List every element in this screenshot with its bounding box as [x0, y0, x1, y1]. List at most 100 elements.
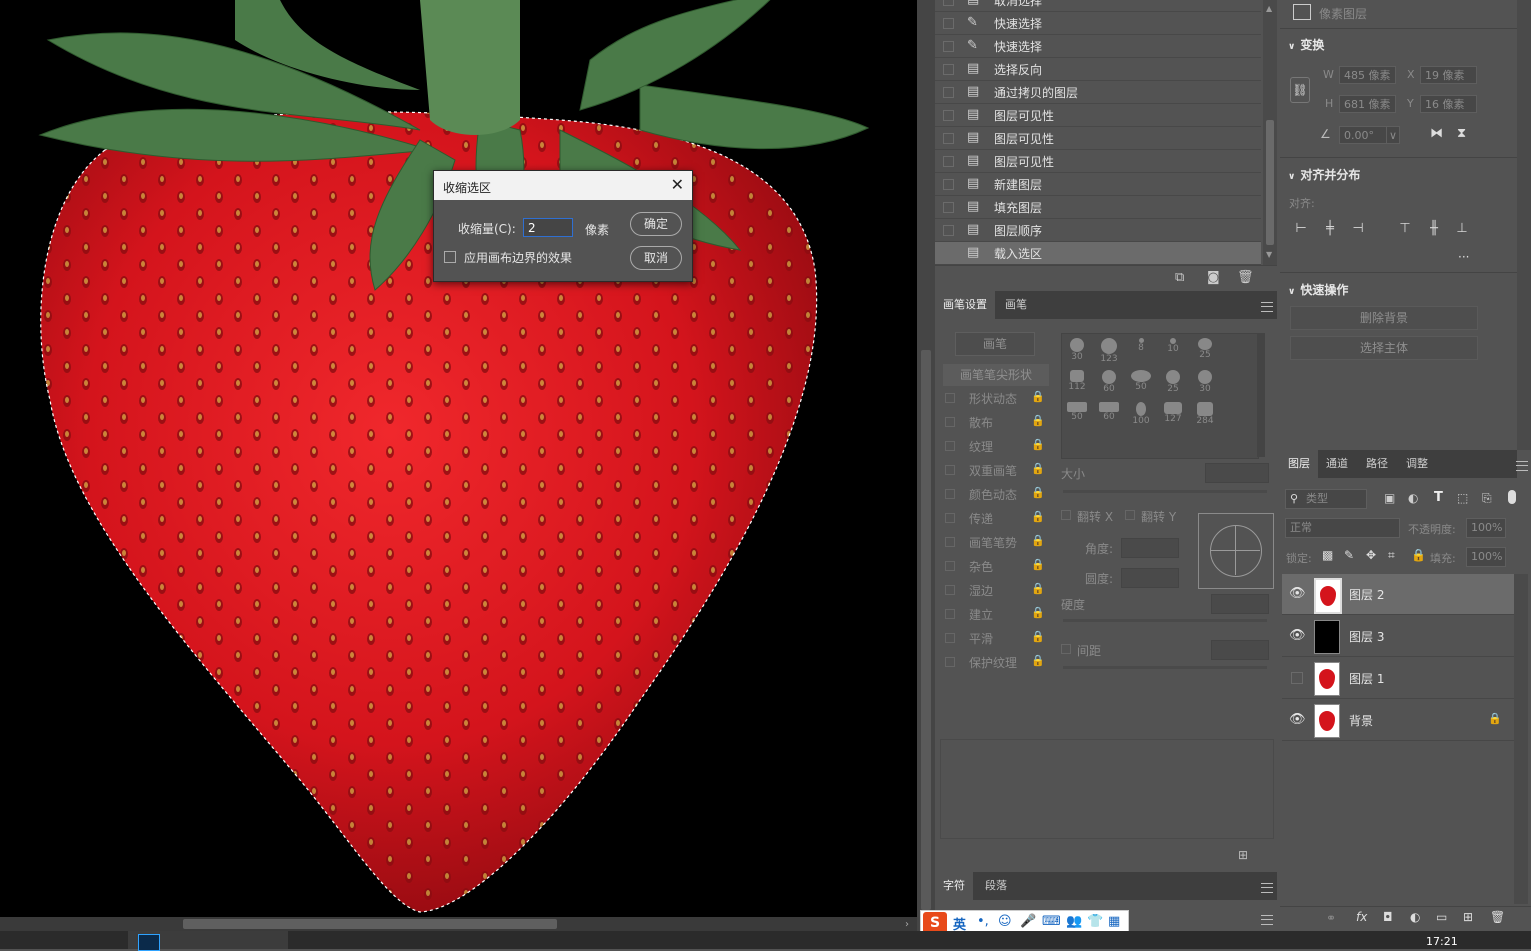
- trash-icon[interactable]: 🗑: [1237, 270, 1254, 285]
- flip-vertical-icon[interactable]: ⧗: [1457, 126, 1466, 141]
- blend-mode-select[interactable]: 正常: [1285, 518, 1400, 538]
- eye-icon[interactable]: 👁: [1289, 712, 1306, 727]
- properties-scrollbar[interactable]: [1517, 0, 1531, 450]
- tab-layers[interactable]: 图层: [1280, 450, 1318, 478]
- horizontal-scroll-thumb[interactable]: [183, 919, 557, 929]
- select-subject-button[interactable]: 选择主体: [1290, 336, 1478, 360]
- filter-adjustment-icon[interactable]: ◐: [1408, 491, 1418, 505]
- filter-smart-object-icon[interactable]: ⎘: [1482, 491, 1492, 506]
- scroll-up-icon[interactable]: ▲: [1266, 4, 1272, 13]
- history-item[interactable]: ▤ 新建图层: [935, 173, 1261, 196]
- brush-option-item[interactable]: 湿边 🔒: [943, 579, 1049, 601]
- ok-button[interactable]: 确定: [630, 212, 682, 236]
- document-canvas[interactable]: [0, 0, 917, 917]
- spacing-checkbox[interactable]: [1061, 644, 1071, 654]
- eye-icon[interactable]: 👁: [1289, 586, 1306, 601]
- tab-character[interactable]: 字符: [935, 872, 973, 900]
- brush-option-item[interactable]: 散布 🔒: [943, 411, 1049, 433]
- taskbar-app-button[interactable]: [128, 931, 288, 951]
- folder-icon[interactable]: ▭: [1436, 910, 1447, 924]
- history-item[interactable]: ▤ 图层可见性: [935, 150, 1261, 173]
- spacing-slider[interactable]: [1063, 666, 1267, 669]
- tab-paragraph[interactable]: 段落: [977, 872, 1015, 900]
- lock-image-icon[interactable]: ✎: [1344, 548, 1354, 562]
- brush-option-item[interactable]: 形状动态 🔒: [943, 387, 1049, 409]
- filter-toggle[interactable]: [1508, 490, 1516, 504]
- width-field[interactable]: 485 像素: [1339, 66, 1396, 84]
- system-clock[interactable]: 17:21: [1426, 935, 1458, 948]
- height-field[interactable]: 681 像素: [1339, 95, 1396, 113]
- brush-angle-preview[interactable]: [1198, 513, 1274, 589]
- link-layers-icon[interactable]: ⚭: [1326, 911, 1336, 925]
- apply-canvas-checkbox[interactable]: [444, 251, 456, 263]
- brush-option-item[interactable]: 双重画笔 🔒: [943, 459, 1049, 481]
- brush-option-item[interactable]: 杂色 🔒: [943, 555, 1049, 577]
- roundness-field[interactable]: [1121, 568, 1179, 588]
- y-field[interactable]: 16 像素: [1420, 95, 1477, 113]
- layer-name[interactable]: 图层 1: [1349, 670, 1384, 687]
- brush-option-item[interactable]: 保护纹理 🔒: [943, 651, 1049, 673]
- panel-menu-icon[interactable]: [1516, 461, 1528, 471]
- layers-scrollbar[interactable]: [1514, 574, 1528, 904]
- tab-paths[interactable]: 路径: [1358, 450, 1396, 478]
- vertical-scroll-thumb[interactable]: [921, 350, 931, 910]
- microphone-icon[interactable]: 🎤: [1020, 914, 1036, 929]
- panel-menu-icon[interactable]: [1261, 302, 1273, 312]
- lock-artboard-icon[interactable]: ⌗: [1388, 548, 1395, 563]
- create-brush-icon[interactable]: ⊞: [1238, 848, 1248, 862]
- new-document-from-state-icon[interactable]: ⧉: [1175, 270, 1184, 285]
- contract-amount-input[interactable]: 2: [523, 218, 573, 237]
- history-item[interactable]: ▤ 图层可见性: [935, 104, 1261, 127]
- layer-row[interactable]: 图层 1: [1282, 658, 1514, 699]
- user-icon[interactable]: 👥: [1066, 914, 1082, 929]
- new-layer-icon[interactable]: ⊞: [1463, 910, 1473, 924]
- brush-option-item[interactable]: 纹理 🔒: [943, 435, 1049, 457]
- size-slider[interactable]: [1063, 490, 1267, 493]
- opacity-field[interactable]: 100%: [1466, 518, 1506, 538]
- layer-row[interactable]: 👁 图层 3: [1282, 616, 1514, 657]
- link-icon[interactable]: ⛓: [1290, 77, 1310, 103]
- close-icon[interactable]: ✕: [671, 175, 684, 194]
- panel-menu-icon[interactable]: [1261, 883, 1273, 893]
- brush-tip-scrollbar[interactable]: [1257, 333, 1265, 457]
- history-scrollbar[interactable]: [1263, 0, 1277, 265]
- filter-type-icon[interactable]: T: [1434, 490, 1443, 505]
- eye-icon[interactable]: 👁: [1289, 628, 1306, 643]
- layer-name[interactable]: 图层 3: [1349, 628, 1384, 645]
- spacing-field[interactable]: [1211, 640, 1269, 660]
- brush-tip-grid[interactable]: 30 123 8 10 25 112 60 50 25 30 50 60 100…: [1061, 333, 1259, 459]
- lock-position-icon[interactable]: ✥: [1366, 548, 1376, 562]
- brush-option-item[interactable]: 传递 🔒: [943, 507, 1049, 529]
- brush-option-item[interactable]: 颜色动态 🔒: [943, 483, 1049, 505]
- skin-icon[interactable]: 👕: [1087, 914, 1103, 929]
- filter-pixel-icon[interactable]: ▣: [1384, 491, 1395, 505]
- fx-icon[interactable]: fx: [1356, 910, 1367, 924]
- align-center-v-icon[interactable]: ╫: [1426, 221, 1442, 237]
- adjustment-layer-icon[interactable]: ◐: [1410, 910, 1420, 924]
- history-item-selected[interactable]: ▤ 载入选区: [935, 242, 1261, 265]
- history-item[interactable]: ▤取消选择: [935, 0, 1261, 12]
- filter-shape-icon[interactable]: ⬚: [1457, 491, 1468, 505]
- align-center-h-icon[interactable]: ╪: [1322, 221, 1338, 237]
- more-options-icon[interactable]: ···: [1458, 250, 1469, 264]
- history-item[interactable]: ✎ 快速选择: [935, 12, 1261, 35]
- rotation-field[interactable]: 0.00°: [1339, 126, 1387, 144]
- tab-channels[interactable]: 通道: [1318, 450, 1356, 478]
- flip-y-checkbox[interactable]: [1125, 510, 1135, 520]
- emoji-icon[interactable]: ☺: [998, 914, 1012, 929]
- align-left-icon[interactable]: ⊢: [1293, 221, 1309, 237]
- rotation-dropdown-icon[interactable]: ∨: [1386, 126, 1400, 144]
- flip-horizontal-icon[interactable]: ⧓: [1430, 126, 1443, 141]
- remove-background-button[interactable]: 删除背景: [1290, 306, 1478, 330]
- history-item[interactable]: ▤ 填充图层: [935, 196, 1261, 219]
- toolbox-icon[interactable]: ▦: [1108, 914, 1120, 929]
- keyboard-icon[interactable]: ⌨: [1042, 914, 1061, 929]
- scroll-down-icon[interactable]: ▼: [1266, 250, 1272, 259]
- fill-field[interactable]: 100%: [1466, 547, 1506, 567]
- history-scroll-thumb[interactable]: [1266, 120, 1274, 245]
- brush-option-item[interactable]: 平滑 🔒: [943, 627, 1049, 649]
- align-top-icon[interactable]: ⊤: [1397, 221, 1413, 237]
- align-section[interactable]: ∨ 对齐并分布: [1288, 166, 1360, 183]
- layer-name[interactable]: 背景: [1349, 712, 1373, 729]
- brush-tip-shape-item[interactable]: 画笔笔尖形状: [943, 364, 1049, 386]
